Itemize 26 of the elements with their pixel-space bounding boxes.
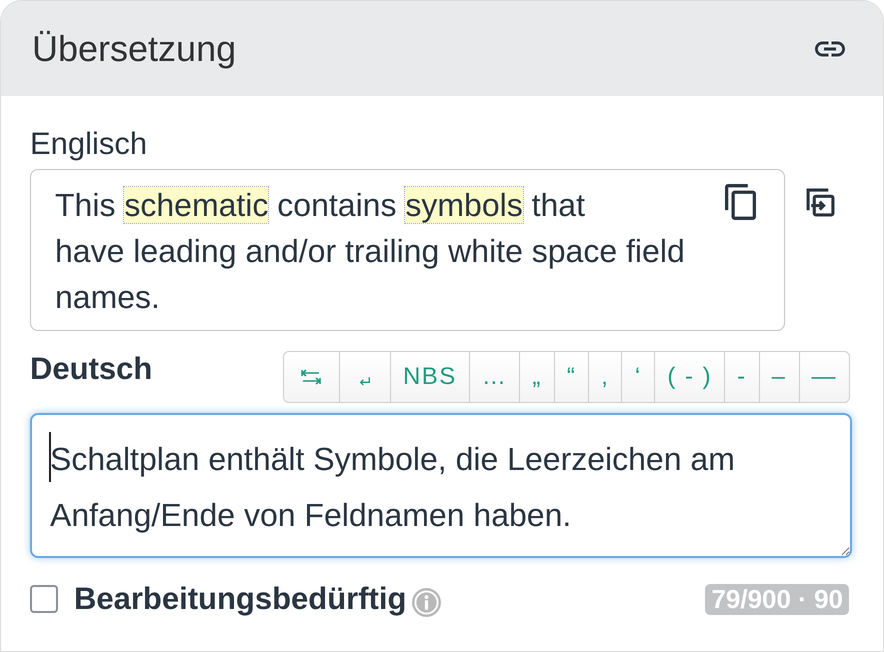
info-icon[interactable] xyxy=(412,588,442,616)
checkbox[interactable] xyxy=(30,585,58,613)
source-language-label: Englisch xyxy=(30,126,148,161)
insert-character-button[interactable]: ( - ) xyxy=(654,352,724,402)
insert-character-button[interactable]: … xyxy=(468,352,520,402)
character-counter: 79/900 · 90 xyxy=(705,584,849,614)
insert-tab-button[interactable] xyxy=(284,352,339,402)
link-icon[interactable] xyxy=(815,40,845,56)
insert-character-button[interactable]: ‘ xyxy=(621,352,654,402)
insert-character-button[interactable]: ‚ xyxy=(588,352,622,402)
return-arrow-icon xyxy=(358,376,371,386)
target-language-label: Deutsch xyxy=(30,350,152,388)
insert-character-button[interactable]: — xyxy=(798,352,849,402)
insert-character-button[interactable]: “ xyxy=(554,352,588,402)
translation-field[interactable]: Schaltplan enthält Symbole, die Leerzeichen am Anfang/Ende von Feldnamen haben. xyxy=(30,413,852,558)
tab-arrows-icon xyxy=(301,369,322,385)
insert-character-button[interactable]: – xyxy=(758,352,798,402)
insert-character-button[interactable]: „ xyxy=(519,352,554,402)
insert-character-button[interactable]: NBS xyxy=(390,352,469,402)
squares-arrow-icon[interactable] xyxy=(805,187,836,218)
needs-editing-label[interactable]: Bearbeitungsbedürftig xyxy=(74,579,406,619)
insert-character-button[interactable]: - xyxy=(724,352,759,402)
panel-title: Übersetzung xyxy=(32,26,236,70)
copy-icon[interactable] xyxy=(725,184,756,220)
text-caret xyxy=(49,432,51,482)
source-text: This schematic contains symbols that have leading and/or trailing white space field names. xyxy=(55,186,686,317)
